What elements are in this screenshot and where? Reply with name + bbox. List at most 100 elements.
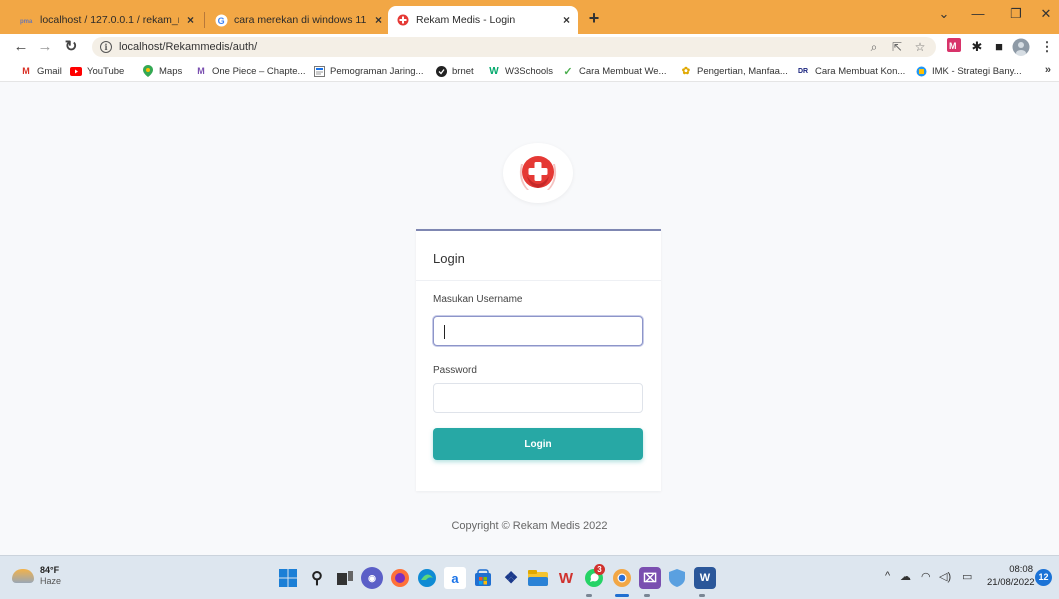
back-button[interactable]: ←	[10, 36, 32, 58]
search-icon[interactable]: ⚲	[306, 567, 328, 589]
running-indicator	[699, 594, 705, 597]
password-input[interactable]	[433, 383, 643, 413]
rekam-medis-logo	[503, 143, 573, 203]
tab-divider	[204, 12, 205, 28]
url-text: localhost/Rekammedis/auth/	[119, 41, 258, 53]
tab-title: localhost / 127.0.0.1 / rekam_me	[40, 14, 179, 26]
temperature-text: 84°F	[40, 565, 60, 575]
onedrive-cloud-icon[interactable]: ☁	[900, 570, 911, 583]
check-icon: ✓	[563, 65, 573, 78]
bookmark-gmail[interactable]: M Gmail	[20, 64, 62, 78]
login-page: Login Masukan Username Password Login Co…	[0, 83, 1059, 555]
bookmark-maps[interactable]: Maps	[142, 64, 182, 78]
extension-icon[interactable]: M	[945, 38, 963, 56]
bookmark-w3schools[interactable]: W W3Schools	[488, 64, 553, 78]
browser-toolbar: ← → ↻ i localhost/Rekammedis/auth/ ⌕ ⇱ ☆…	[0, 34, 1059, 60]
bookmark-brnet[interactable]: brnet	[435, 64, 474, 78]
windows-start-icon[interactable]	[277, 567, 299, 589]
task-view-icon[interactable]	[334, 567, 356, 589]
windows-taskbar: 84°F Haze ⚲ ◉ a ❖ W 3 ⌧ W ^ ☁ ◠ ◁) ▭ 08:…	[0, 555, 1059, 599]
close-tab-icon[interactable]: ×	[375, 13, 382, 27]
chrome-icon[interactable]	[611, 567, 633, 589]
share-icon[interactable]: ⇱	[889, 37, 905, 57]
dropbox-icon[interactable]: ❖	[500, 567, 522, 589]
password-label: Password	[433, 365, 477, 376]
haze-weather-icon	[12, 569, 34, 583]
tab-search-chevron-icon[interactable]: ⌄	[931, 4, 957, 24]
bookmark-star-icon[interactable]: ☆	[912, 37, 928, 57]
edge-icon[interactable]	[416, 567, 438, 589]
puzzle-extensions-icon[interactable]: ✱	[968, 38, 986, 56]
xampp-icon[interactable]: ⌧	[639, 567, 661, 589]
minimize-button[interactable]: —	[965, 4, 991, 24]
close-tab-icon[interactable]: ×	[187, 13, 194, 27]
wps-office-icon[interactable]: W	[555, 567, 577, 589]
restore-button[interactable]: ❐	[1003, 4, 1029, 24]
profile-avatar[interactable]	[1012, 38, 1030, 56]
username-input[interactable]	[433, 316, 643, 346]
shield-icon[interactable]	[666, 567, 688, 589]
text-cursor	[444, 325, 445, 339]
battery-icon[interactable]: ▭	[962, 570, 972, 583]
notification-count-badge[interactable]: 12	[1035, 569, 1052, 586]
close-window-button[interactable]: ✕	[1033, 4, 1059, 24]
manga-icon: M	[197, 66, 205, 76]
imk-icon	[915, 65, 927, 77]
file-explorer-icon[interactable]	[527, 567, 549, 589]
active-app-indicator	[615, 594, 629, 597]
new-tab-button[interactable]: +	[583, 8, 605, 30]
svg-text:G: G	[217, 16, 224, 26]
show-hidden-icons-chevron[interactable]: ^	[885, 570, 890, 582]
running-indicator	[586, 594, 592, 597]
weather-condition-text: Haze	[40, 576, 62, 586]
login-button[interactable]: Login	[433, 428, 643, 460]
tab-phpmyadmin[interactable]: pma localhost / 127.0.0.1 / rekam_me ×	[12, 6, 202, 34]
weather-widget[interactable]: 84°F Haze	[12, 565, 61, 587]
google-icon: G	[214, 13, 228, 27]
bookmark-cara-membuat-we[interactable]: ✓ Cara Membuat We...	[562, 64, 666, 78]
plant-icon: ✿	[681, 65, 691, 77]
bookmark-pengertian[interactable]: ✿ Pengertian, Manfaa...	[680, 64, 788, 78]
bookmark-cara-membuat-kon[interactable]: DR Cara Membuat Kon...	[796, 64, 905, 78]
rekam-medis-icon	[396, 13, 410, 27]
wifi-icon[interactable]: ◠	[921, 570, 931, 583]
more-bookmarks-icon[interactable]: »	[1045, 64, 1051, 76]
system-clock[interactable]: 08:08 21/08/2022	[987, 563, 1035, 589]
amazon-icon[interactable]: a	[444, 567, 466, 589]
close-tab-icon[interactable]: ×	[563, 13, 570, 27]
forward-button[interactable]: →	[34, 36, 56, 58]
store-icon[interactable]	[472, 567, 494, 589]
address-bar[interactable]: i localhost/Rekammedis/auth/	[92, 37, 936, 57]
volume-icon[interactable]: ◁)	[939, 570, 951, 583]
reload-button[interactable]: ↻	[60, 36, 82, 58]
tab-rekam-medis[interactable]: Rekam Medis - Login ×	[388, 6, 578, 34]
running-indicator	[644, 594, 650, 597]
bookmark-imk[interactable]: IMK - Strategi Bany...	[915, 64, 1022, 78]
brnet-icon	[435, 65, 447, 77]
side-panel-icon[interactable]: ■	[990, 38, 1008, 56]
medical-cross-icon	[519, 156, 557, 190]
username-label: Masukan Username	[433, 294, 523, 305]
svg-text:M: M	[949, 41, 957, 51]
svg-text:pma: pma	[20, 19, 33, 25]
youtube-icon	[70, 65, 82, 77]
bookmark-pemograman[interactable]: Pemograman Jaring...	[313, 64, 423, 78]
site-info-icon[interactable]: i	[100, 41, 112, 53]
doc-icon	[313, 65, 325, 77]
bookmark-one-piece[interactable]: M One Piece – Chapte...	[195, 64, 305, 78]
gmail-icon: M	[22, 66, 30, 76]
zoom-search-icon[interactable]: ⌕	[866, 37, 882, 57]
time-text: 08:08	[1009, 564, 1033, 575]
chat-icon[interactable]: ◉	[361, 567, 383, 589]
menu-kebab-icon[interactable]: ⋮	[1038, 38, 1056, 56]
tab-google-search[interactable]: G cara merekan di windows 11 - Pe ×	[206, 6, 390, 34]
word-icon[interactable]: W	[694, 567, 716, 589]
bookmark-youtube[interactable]: YouTube	[70, 64, 124, 78]
firefox-icon[interactable]	[389, 567, 411, 589]
login-card: Login Masukan Username Password Login	[416, 229, 661, 491]
date-text: 21/08/2022	[987, 577, 1035, 588]
dr-icon: DR	[797, 67, 809, 75]
whatsapp-badge: 3	[594, 564, 605, 575]
tab-title: Rekam Medis - Login	[416, 14, 516, 26]
phpmyadmin-icon: pma	[20, 13, 34, 27]
